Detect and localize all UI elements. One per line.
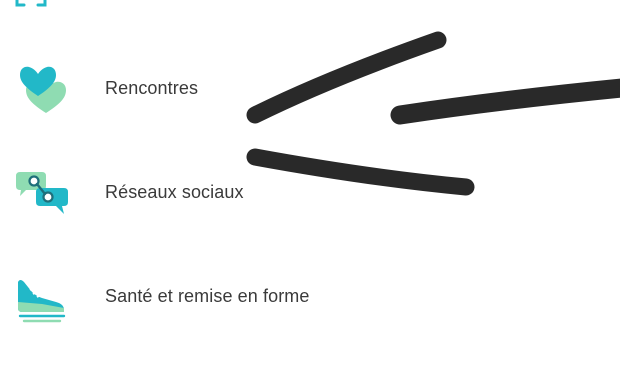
category-label-sante-remise-en-forme: Santé et remise en forme — [105, 285, 310, 306]
partial-category-icon — [15, 0, 47, 7]
hearts-icon — [20, 66, 66, 113]
category-item-reseaux-sociaux[interactable]: Réseaux sociaux — [0, 160, 620, 224]
category-label-rencontres: Rencontres — [105, 77, 199, 98]
category-label-reseaux-sociaux: Réseaux sociaux — [105, 181, 244, 202]
category-item-rencontres[interactable]: Rencontres — [0, 56, 620, 120]
chat-bubbles-icon — [16, 172, 68, 214]
app-category-screen: Rencontres Réseaux sociaux Santé et remi… — [0, 0, 620, 372]
sneaker-icon — [18, 280, 66, 323]
category-item-sante-remise-en-forme[interactable]: Santé et remise en forme — [0, 264, 620, 328]
